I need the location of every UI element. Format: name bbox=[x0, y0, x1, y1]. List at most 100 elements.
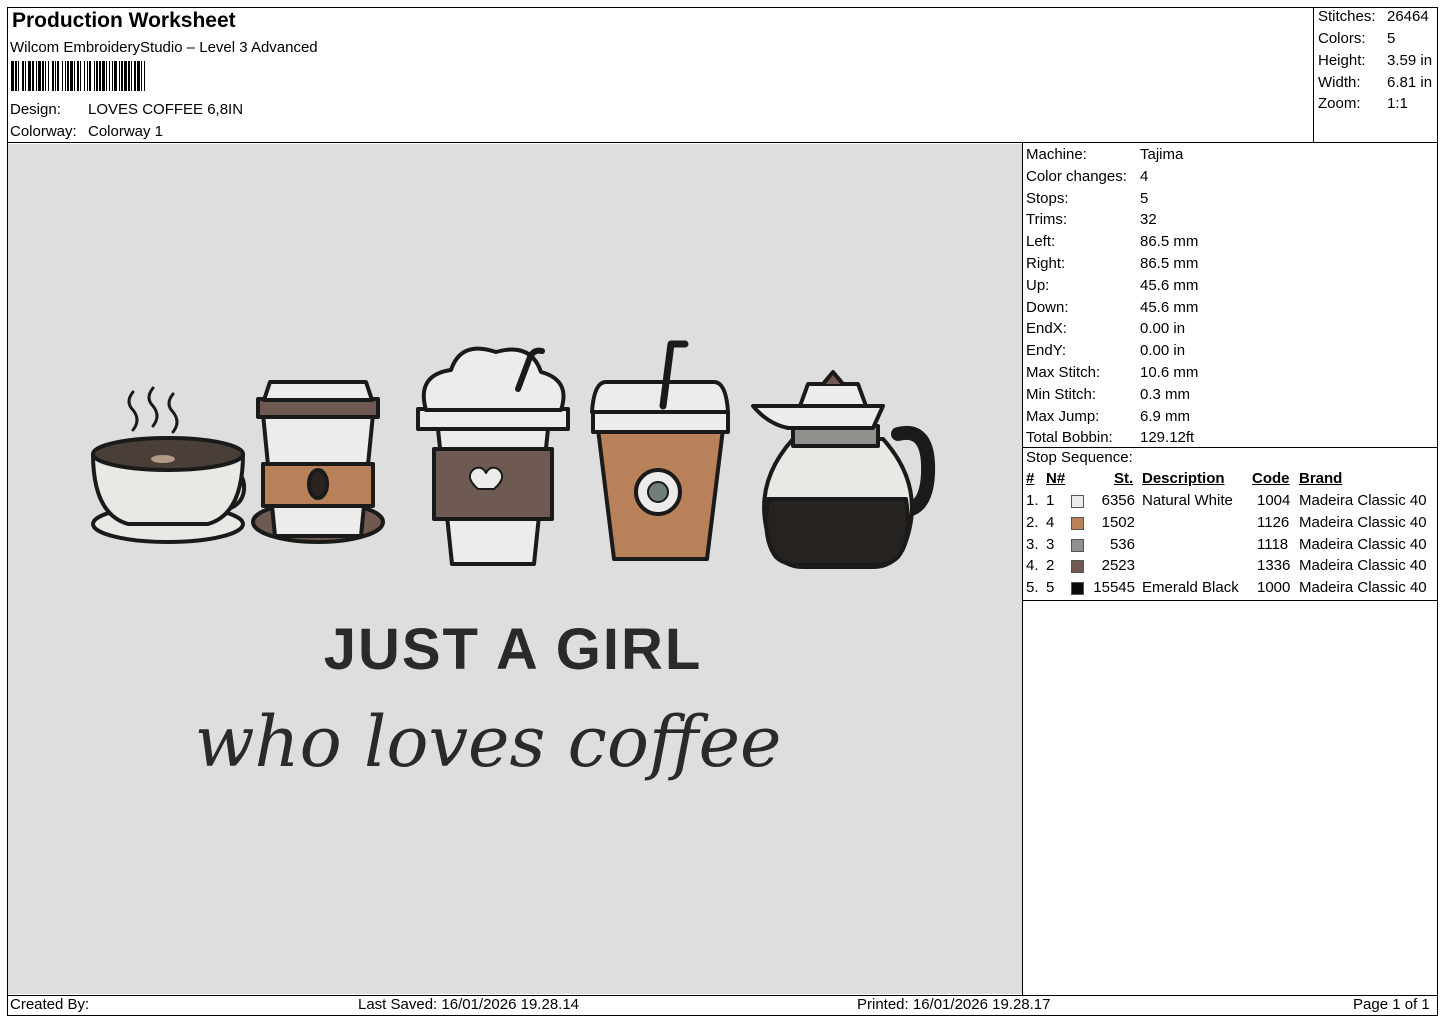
machine-info-label: Machine: bbox=[1026, 146, 1087, 163]
color-swatch bbox=[1071, 516, 1084, 530]
created-by: Created By: bbox=[10, 996, 90, 1013]
row-n: 1 bbox=[1046, 492, 1055, 509]
printed-date: Printed: 16/01/2026 19.28.17 bbox=[857, 996, 1051, 1013]
row-num: 1. bbox=[1026, 492, 1039, 509]
last-saved: Last Saved: 16/01/2026 19.28.14 bbox=[358, 996, 580, 1013]
machine-info-label: Up: bbox=[1026, 276, 1050, 294]
width-label: Width: bbox=[1318, 74, 1361, 91]
summary-divider bbox=[1313, 7, 1314, 142]
machine-info-label: Left: bbox=[1026, 233, 1056, 251]
row-n: 4 bbox=[1046, 513, 1055, 531]
machine-info-label: Right: bbox=[1026, 255, 1066, 272]
row-description: Natural White bbox=[1142, 492, 1233, 509]
software-name: Wilcom EmbroideryStudio – Level 3 Advanc… bbox=[10, 39, 318, 56]
design-text-line2: who loves coffee bbox=[195, 701, 782, 783]
row-n: 3 bbox=[1046, 535, 1055, 553]
row-stitches: 1502 bbox=[1101, 513, 1135, 531]
machine-info-value: 0.3 mm bbox=[1140, 385, 1191, 403]
machine-info-value: 0.00 in bbox=[1140, 320, 1186, 338]
page-title: Production Worksheet bbox=[12, 9, 236, 32]
machine-info-value: 129.12ft bbox=[1140, 429, 1195, 447]
stitches-value: 26464 bbox=[1387, 8, 1429, 25]
footer-divider bbox=[7, 995, 1438, 996]
row-stitches: 6356 bbox=[1101, 492, 1135, 509]
height-label: Height: bbox=[1318, 52, 1366, 69]
barcode bbox=[11, 61, 351, 91]
stitches-label: Stitches: bbox=[1318, 8, 1376, 25]
row-code: 1004 bbox=[1257, 492, 1291, 509]
machine-info-label: Min Stitch: bbox=[1026, 385, 1097, 403]
row-stitches: 2523 bbox=[1101, 557, 1135, 575]
row-brand: Madeira Classic 40 bbox=[1299, 492, 1427, 509]
width-value: 6.81 in bbox=[1387, 74, 1433, 91]
color-swatch bbox=[1071, 560, 1084, 574]
row-n: 2 bbox=[1046, 557, 1055, 575]
colorway-value: Colorway 1 bbox=[88, 123, 164, 140]
row-n: 5 bbox=[1046, 579, 1055, 597]
coffee-cup-icon bbox=[91, 436, 247, 544]
row-brand: Madeira Classic 40 bbox=[1299, 557, 1427, 575]
row-code: 1000 bbox=[1257, 579, 1291, 597]
row-num: 5. bbox=[1026, 579, 1039, 597]
machine-info-value: 0.00 in bbox=[1140, 342, 1186, 360]
row-num: 3. bbox=[1026, 535, 1039, 553]
colorway-label: Colorway: bbox=[10, 123, 77, 140]
height-value: 3.59 in bbox=[1387, 52, 1433, 69]
col-num: # bbox=[1026, 470, 1035, 487]
machine-info-label: Color changes: bbox=[1026, 167, 1127, 185]
embroidery-artwork: JUST A GIRL who loves coffee bbox=[91, 340, 936, 783]
zoom-label: Zoom: bbox=[1318, 95, 1361, 112]
machine-info-value: 4 bbox=[1140, 167, 1149, 185]
machine-info-label: Stops: bbox=[1026, 189, 1069, 207]
machine-info-label: Max Stitch: bbox=[1026, 364, 1101, 381]
row-brand: Madeira Classic 40 bbox=[1299, 535, 1427, 553]
machine-info-label: Total Bobbin: bbox=[1026, 429, 1113, 447]
row-brand: Madeira Classic 40 bbox=[1299, 513, 1427, 531]
coffee-pot-icon bbox=[751, 370, 936, 569]
machine-info-value: 10.6 mm bbox=[1140, 364, 1199, 381]
row-stitches: 536 bbox=[1109, 535, 1135, 553]
stop-sequence-title: Stop Sequence: bbox=[1026, 449, 1133, 466]
panel-divider bbox=[1022, 142, 1023, 995]
machine-info-label: EndX: bbox=[1026, 320, 1067, 338]
design-preview: JUST A GIRL who loves coffee bbox=[8, 144, 1022, 994]
to-go-cup-icon bbox=[251, 380, 385, 544]
color-swatch bbox=[1071, 582, 1084, 596]
design-label: Design: bbox=[10, 101, 61, 118]
design-text-line1: JUST A GIRL bbox=[324, 617, 703, 682]
page-number: Page 1 of 1 bbox=[1353, 996, 1430, 1013]
colors-value: 5 bbox=[1387, 30, 1396, 47]
color-swatch bbox=[1071, 495, 1084, 508]
colors-label: Colors: bbox=[1318, 30, 1366, 47]
info-divider bbox=[1022, 447, 1438, 448]
row-brand: Madeira Classic 40 bbox=[1299, 579, 1427, 597]
machine-info-value: 32 bbox=[1140, 211, 1157, 229]
zoom-value: 1:1 bbox=[1387, 95, 1408, 112]
machine-info-label: Trims: bbox=[1026, 211, 1068, 229]
machine-info-label: Max Jump: bbox=[1026, 407, 1100, 425]
row-stitches: 15545 bbox=[1093, 579, 1135, 597]
machine-info-label: EndY: bbox=[1026, 342, 1067, 360]
col-n: N# bbox=[1046, 470, 1066, 487]
steam-icon bbox=[127, 386, 179, 434]
machine-info-value: 45.6 mm bbox=[1140, 276, 1199, 294]
header-divider bbox=[7, 142, 1438, 143]
frappe-cup-icon bbox=[416, 346, 570, 566]
row-code: 1118 bbox=[1257, 535, 1289, 553]
machine-info-value: 45.6 mm bbox=[1140, 298, 1199, 316]
machine-info-value: 86.5 mm bbox=[1140, 233, 1199, 251]
machine-info-value: Tajima bbox=[1140, 146, 1184, 163]
row-num: 2. bbox=[1026, 513, 1039, 531]
design-value: LOVES COFFEE 6,8IN bbox=[88, 101, 244, 118]
iced-coffee-cup-icon bbox=[590, 340, 730, 561]
machine-info-label: Down: bbox=[1026, 298, 1069, 316]
machine-info-value: 86.5 mm bbox=[1140, 255, 1199, 272]
col-code: Code bbox=[1252, 470, 1290, 487]
row-description: Emerald Black bbox=[1142, 579, 1239, 597]
row-code: 1336 bbox=[1257, 557, 1291, 575]
col-description: Description bbox=[1142, 470, 1225, 487]
sequence-divider bbox=[1022, 600, 1438, 601]
col-st: St. bbox=[1114, 470, 1134, 487]
machine-info-value: 6.9 mm bbox=[1140, 407, 1191, 425]
row-code: 1126 bbox=[1257, 513, 1290, 531]
